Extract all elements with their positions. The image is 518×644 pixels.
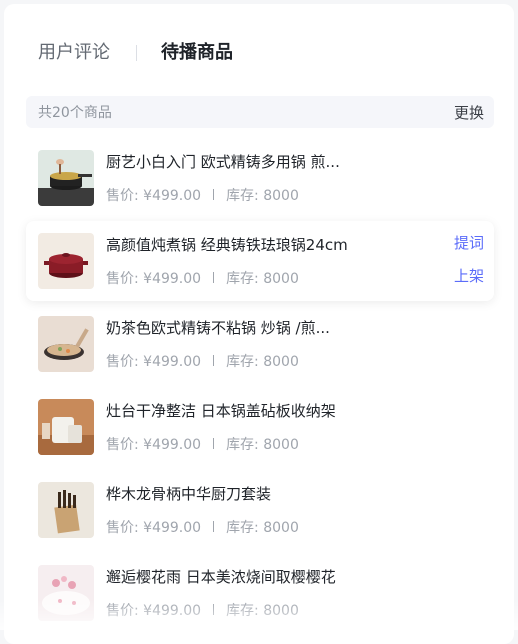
- product-stock: 库存: 8000: [226, 600, 299, 620]
- refresh-button[interactable]: 更换: [454, 102, 484, 123]
- prompt-button[interactable]: 提词: [454, 233, 484, 253]
- product-title: 邂逅樱花雨 日本美浓烧间取樱樱花: [106, 567, 436, 587]
- product-item[interactable]: 厨艺小白入门 欧式精铸多用锅 煎... 售价: ¥499.00 库存: 8000: [26, 138, 494, 218]
- product-title: 桦木龙骨柄中华厨刀套装: [106, 484, 436, 504]
- product-price: 售价: ¥499.00: [106, 434, 201, 454]
- product-panel: 用户评论 待播商品 共20个商品 更换 厨艺小: [4, 4, 514, 644]
- tab-user-comments[interactable]: 用户评论: [38, 42, 110, 64]
- product-list: 厨艺小白入门 欧式精铸多用锅 煎... 售价: ¥499.00 库存: 8000: [26, 138, 494, 636]
- meta-divider: [213, 272, 214, 283]
- red-enamel-pot-icon: [38, 233, 94, 289]
- meta-divider: [213, 521, 214, 532]
- list-on-shelf-button[interactable]: 上架: [454, 266, 484, 286]
- product-price: 售价: ¥499.00: [106, 185, 201, 205]
- product-price: 售价: ¥499.00: [106, 600, 201, 620]
- pot-cooking-icon: [38, 150, 94, 206]
- lid-rack-icon: [38, 399, 94, 455]
- product-stock: 库存: 8000: [226, 517, 299, 537]
- product-title: 灶台干净整洁 日本锅盖砧板收纳架: [106, 401, 436, 421]
- tab-bar: 用户评论 待播商品: [38, 40, 233, 66]
- product-stock: 库存: 8000: [226, 351, 299, 371]
- sakura-plate-icon: [38, 565, 94, 621]
- product-stock: 库存: 8000: [226, 434, 299, 454]
- product-item[interactable]: 奶茶色欧式精铸不粘锅 炒锅 /煎... 售价: ¥499.00 库存: 8000: [26, 304, 494, 384]
- product-price: 售价: ¥499.00: [106, 351, 201, 371]
- knife-block-icon: [38, 482, 94, 538]
- product-price: 售价: ¥499.00: [106, 517, 201, 537]
- product-title: 奶茶色欧式精铸不粘锅 炒锅 /煎...: [106, 318, 436, 338]
- meta-divider: [213, 189, 214, 200]
- product-title: 高颜值炖煮锅 经典铸铁珐琅锅24cm: [106, 235, 436, 255]
- product-item[interactable]: 高颜值炖煮锅 经典铸铁珐琅锅24cm 售价: ¥499.00 库存: 8000 …: [26, 221, 494, 301]
- product-item[interactable]: 邂逅樱花雨 日本美浓烧间取樱樱花 售价: ¥499.00 库存: 8000: [26, 553, 494, 633]
- product-item[interactable]: 灶台干净整洁 日本锅盖砧板收纳架 售价: ¥499.00 库存: 8000: [26, 387, 494, 467]
- tab-divider: [136, 45, 137, 61]
- product-summary-bar: 共20个商品 更换: [26, 96, 494, 128]
- wok-icon: [38, 316, 94, 372]
- product-stock: 库存: 8000: [226, 185, 299, 205]
- product-item[interactable]: 桦木龙骨柄中华厨刀套装 售价: ¥499.00 库存: 8000: [26, 470, 494, 550]
- product-stock: 库存: 8000: [226, 268, 299, 288]
- product-count: 共20个商品: [38, 102, 112, 122]
- meta-divider: [213, 438, 214, 449]
- product-price: 售价: ¥499.00: [106, 268, 201, 288]
- product-actions: 提词 上架: [454, 233, 484, 286]
- meta-divider: [213, 604, 214, 615]
- product-title: 厨艺小白入门 欧式精铸多用锅 煎...: [106, 152, 436, 172]
- meta-divider: [213, 355, 214, 366]
- tab-pending-products[interactable]: 待播商品: [161, 42, 233, 64]
